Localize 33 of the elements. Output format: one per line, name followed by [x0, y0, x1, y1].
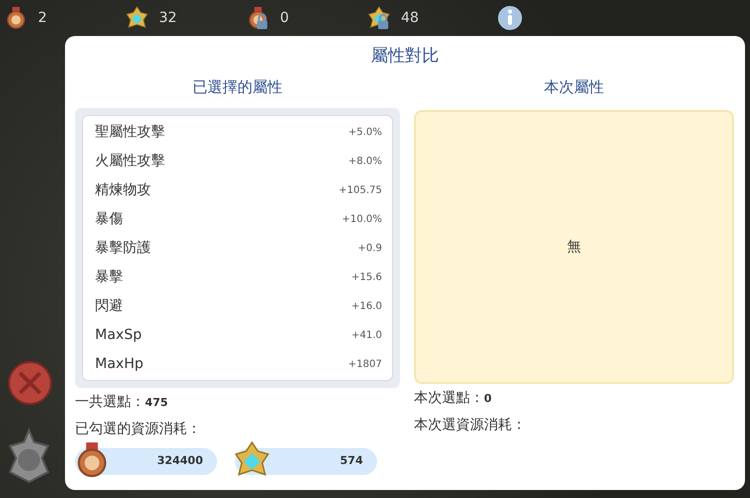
attribute-name: 暴擊	[95, 268, 123, 287]
cost-label: 本次選資源消耗：	[414, 417, 526, 433]
attribute-value: +41.0	[351, 329, 382, 343]
empty-text: 無	[567, 238, 581, 256]
points-label: 本次選點：	[414, 390, 484, 406]
resource-count: 32	[159, 8, 177, 28]
attribute-value: +1807	[348, 358, 382, 372]
points-label: 一共選點：	[75, 394, 145, 410]
dialog-title: 屬性對比	[370, 45, 440, 68]
attribute-name: 精煉物攻	[95, 181, 151, 200]
cost-label: 已勾選的資源消耗：	[75, 421, 201, 437]
attribute-name: 聖屬性攻擊	[95, 123, 165, 142]
attribute-value: +0.9	[358, 242, 382, 256]
attribute-value: +15.6	[351, 271, 382, 285]
points-value: 475	[145, 396, 168, 409]
attribute-name: MaxSp	[95, 326, 142, 345]
resource-count: 2	[38, 8, 47, 28]
attribute-name: 暴傷	[95, 210, 123, 229]
attribute-name: MaxHp	[95, 355, 144, 374]
attribute-value: +105.75	[338, 184, 382, 198]
attribute-value: +16.0	[351, 300, 382, 314]
resource-count: 0	[280, 8, 289, 28]
attribute-value: +5.0%	[348, 126, 382, 140]
points-value: 0	[484, 392, 492, 405]
resource-count: 48	[401, 8, 419, 28]
column-heading: 本次屬性	[543, 77, 605, 98]
column-heading: 已選擇的屬性	[192, 77, 284, 98]
attribute-name: 閃避	[95, 297, 123, 316]
attribute-name: 火屬性攻擊	[95, 152, 165, 171]
attribute-name: 暴擊防護	[95, 239, 151, 258]
attribute-value: +8.0%	[348, 155, 382, 169]
info-icon[interactable]	[497, 5, 523, 31]
attribute-value: +10.0%	[342, 213, 382, 227]
